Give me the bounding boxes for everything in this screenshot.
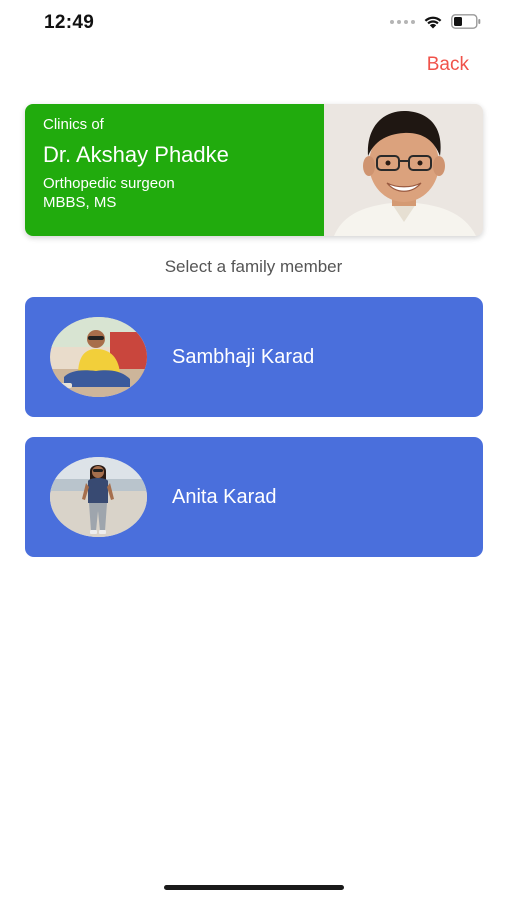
status-bar: 12:49 (0, 0, 507, 44)
member-card-sambhaji-karad[interactable]: Sambhaji Karad (25, 297, 483, 417)
battery-icon (451, 14, 481, 29)
member-name: Anita Karad (172, 486, 277, 508)
doctor-info: Clinics of Dr. Akshay Phadke Orthopedic … (25, 104, 324, 236)
doctor-name: Dr. Akshay Phadke (43, 142, 229, 167)
home-indicator[interactable] (164, 885, 344, 890)
select-member-prompt: Select a family member (164, 257, 343, 276)
doctor-card: Clinics of Dr. Akshay Phadke Orthopedic … (25, 104, 483, 236)
wifi-icon (423, 14, 443, 29)
signal-icon (390, 19, 415, 24)
status-icons (390, 14, 481, 29)
member-name: Sambhaji Karad (172, 346, 315, 368)
member-avatar (50, 457, 147, 537)
doctor-specialty: Orthopedic surgeon (43, 175, 175, 192)
member-avatar (50, 317, 147, 397)
member-card-anita-karad[interactable]: Anita Karad (25, 437, 483, 557)
status-time: 12:49 (44, 12, 95, 33)
clinics-label: Clinics of (43, 116, 104, 133)
doctor-degree: MBBS, MS (43, 194, 117, 211)
back-button[interactable]: Back (427, 54, 469, 76)
doctor-photo (324, 104, 483, 236)
